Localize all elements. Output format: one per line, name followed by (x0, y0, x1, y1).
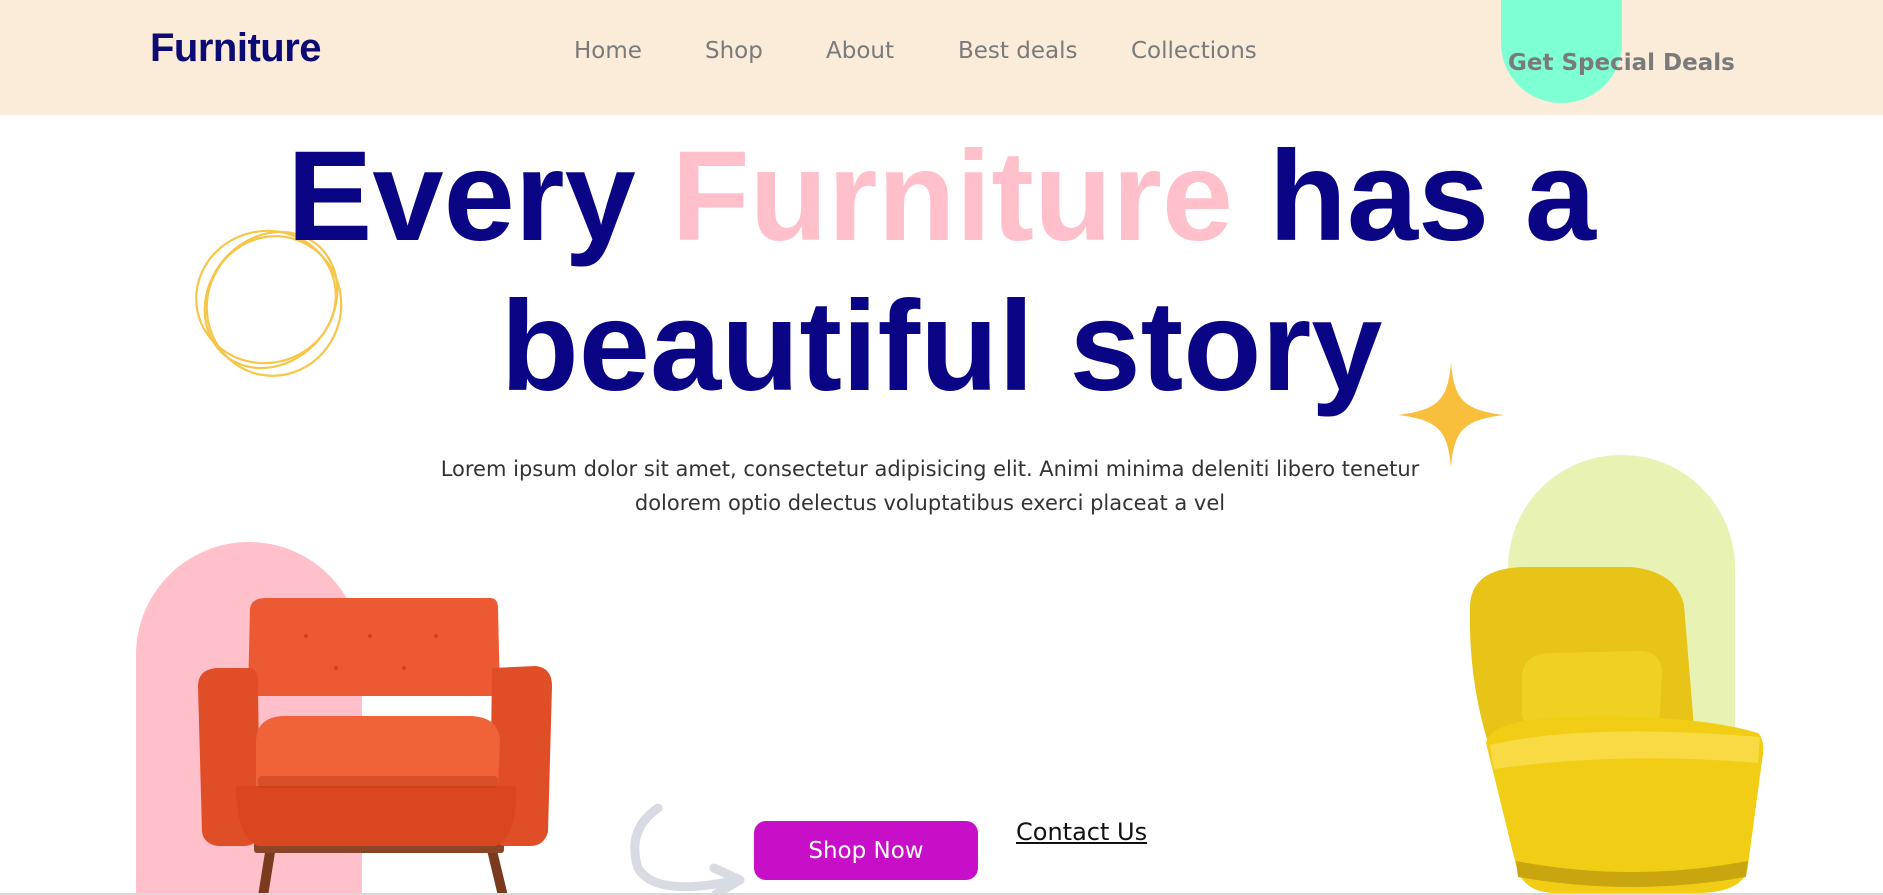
curved-arrow-icon (630, 803, 745, 895)
nav-item-home[interactable]: Home (574, 38, 642, 64)
contact-us-link[interactable]: Contact Us (1016, 818, 1147, 846)
nav-item-about[interactable]: About (826, 38, 894, 64)
nav-item-shop[interactable]: Shop (705, 38, 763, 64)
hero-description: Lorem ipsum dolor sit amet, consectetur … (440, 457, 1420, 515)
headline-accent-furniture: Furniture (671, 125, 1234, 268)
site-header: Furniture Home Shop About Best deals Col… (0, 0, 1883, 115)
shop-now-button[interactable]: Shop Now (754, 821, 978, 880)
orange-armchair-image (198, 598, 552, 895)
yellow-chair-image (1469, 567, 1764, 893)
headline-word-every: Every (287, 125, 636, 268)
nav-item-collections[interactable]: Collections (1131, 38, 1257, 64)
get-special-deals-link[interactable]: Get Special Deals (1508, 50, 1735, 76)
headline-word-has-a: has a (1268, 125, 1596, 268)
hero-headline-line-2: beautiful story (500, 275, 1383, 418)
hero-headline-line-1: Every Furniture has a (0, 133, 1883, 261)
nav-item-best-deals[interactable]: Best deals (958, 38, 1077, 64)
